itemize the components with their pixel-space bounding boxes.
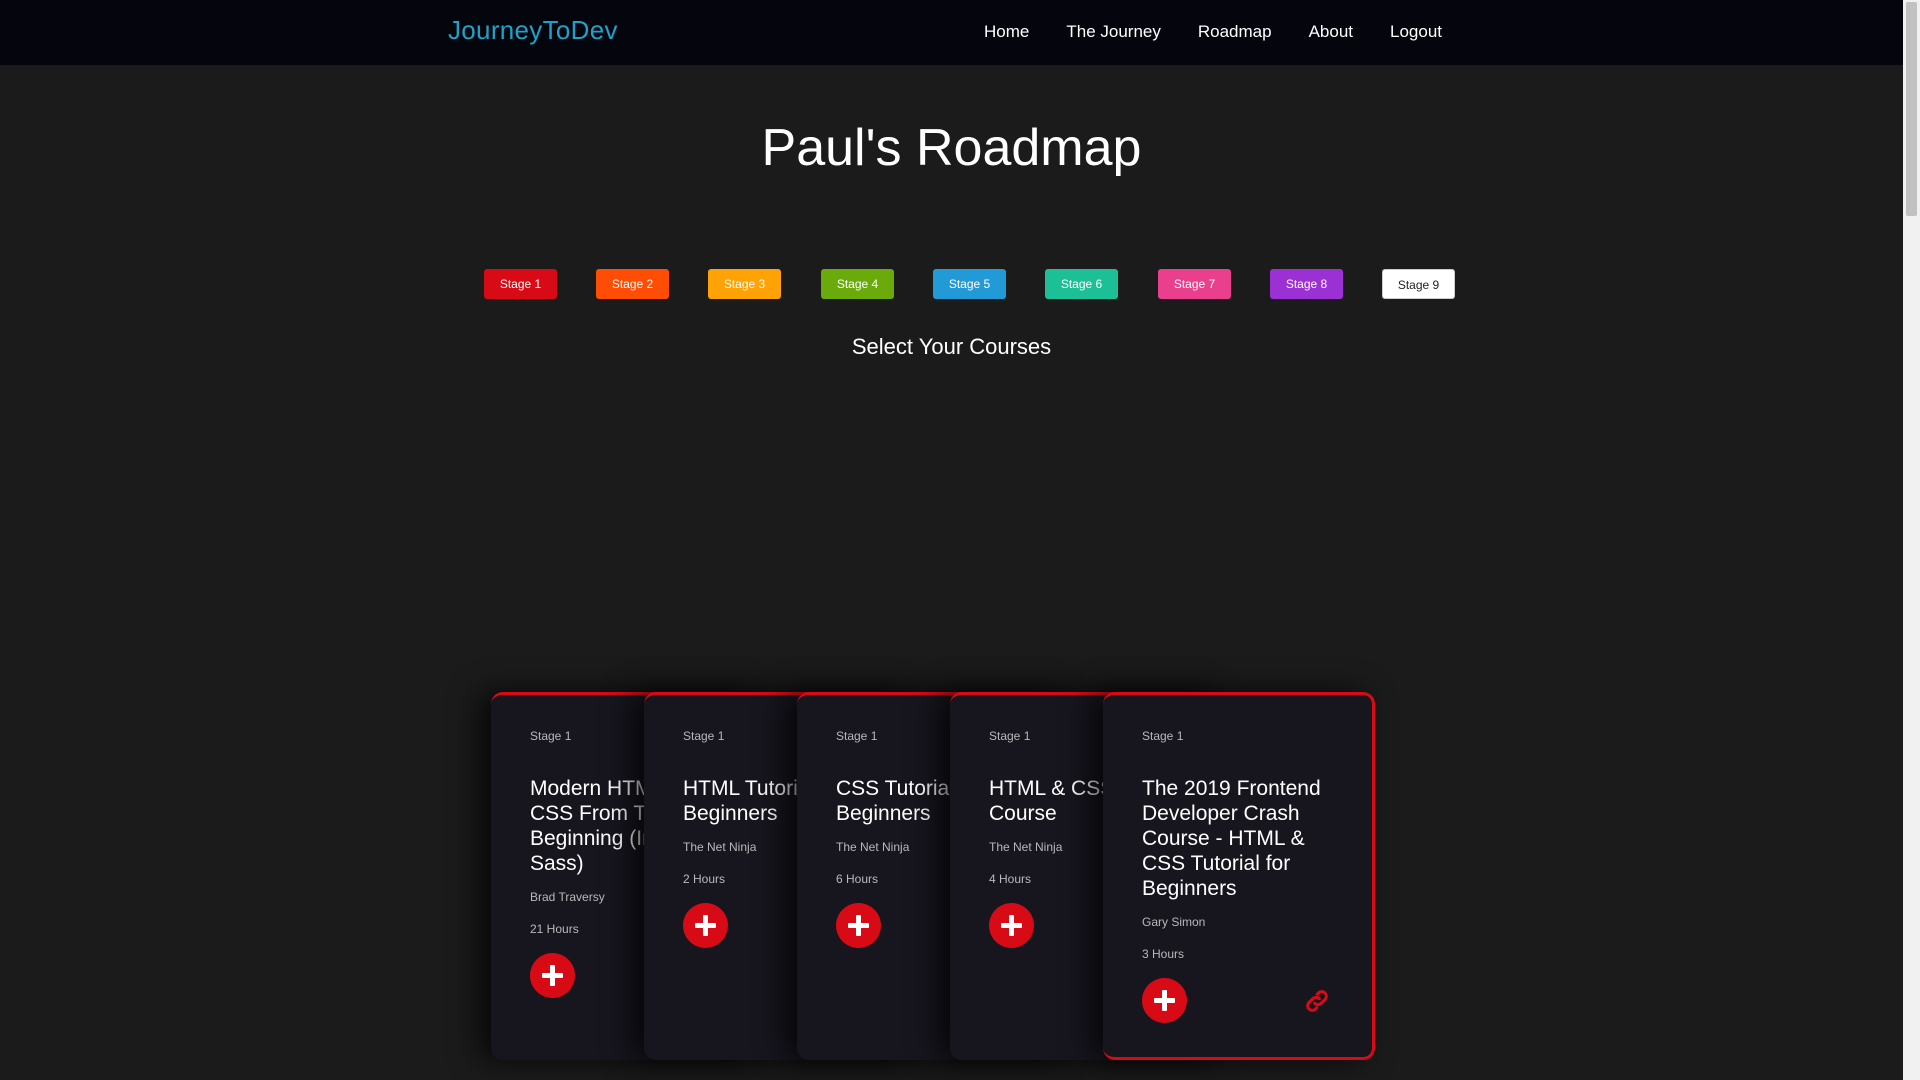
stage-9-button[interactable]: Stage 9 — [1382, 269, 1455, 299]
stage-8-button[interactable]: Stage 8 — [1270, 269, 1343, 299]
course-author: Gary Simon — [1142, 915, 1206, 929]
add-course-button[interactable] — [683, 903, 728, 948]
stage-3-button[interactable]: Stage 3 — [708, 269, 781, 299]
page-title: Paul's Roadmap — [761, 119, 1142, 177]
stage-1-button[interactable]: Stage 1 — [484, 269, 557, 299]
navbar: JourneyToDev Home The Journey Roadmap Ab… — [0, 0, 1903, 65]
add-course-button[interactable] — [1142, 978, 1187, 1023]
stage-4-button[interactable]: Stage 4 — [821, 269, 894, 299]
link-icon[interactable] — [1303, 987, 1331, 1015]
brand-logo[interactable]: JourneyToDev — [448, 15, 618, 46]
nav-links: Home The Journey Roadmap About Logout — [984, 22, 1479, 42]
nav-link-roadmap[interactable]: Roadmap — [1198, 22, 1272, 42]
course-stage-tag: Stage 1 — [836, 729, 878, 743]
stage-6-button[interactable]: Stage 6 — [1045, 269, 1118, 299]
course-duration: 6 Hours — [836, 872, 879, 886]
course-author: The Net Ninja — [836, 840, 910, 854]
course-stage-tag: Stage 1 — [683, 729, 725, 743]
course-author: Brad Traversy — [530, 890, 605, 904]
select-courses-heading: Select Your Courses — [851, 334, 1052, 359]
course-duration: 4 Hours — [989, 872, 1032, 886]
stage-2-button[interactable]: Stage 2 — [596, 269, 669, 299]
scrollbar-thumb[interactable] — [1906, 2, 1917, 216]
course-duration: 2 Hours — [683, 872, 726, 886]
course-stage-tag: Stage 1 — [1142, 729, 1184, 743]
course-duration: 3 Hours — [1142, 947, 1185, 961]
nav-link-home[interactable]: Home — [984, 22, 1029, 42]
course-author: The Net Ninja — [989, 840, 1063, 854]
nav-link-about[interactable]: About — [1309, 22, 1353, 42]
nav-link-logout[interactable]: Logout — [1390, 22, 1442, 42]
add-course-button[interactable] — [836, 903, 881, 948]
add-course-button[interactable] — [530, 953, 575, 998]
course-author: The Net Ninja — [683, 840, 757, 854]
add-course-button[interactable] — [989, 903, 1034, 948]
course-stage-tag: Stage 1 — [530, 729, 572, 743]
nav-link-the-journey[interactable]: The Journey — [1066, 22, 1161, 42]
course-duration: 21 Hours — [530, 922, 579, 936]
stage-7-button[interactable]: Stage 7 — [1158, 269, 1231, 299]
course-stage-tag: Stage 1 — [989, 729, 1031, 743]
course-title: The 2019 Frontend Developer Crash Course… — [1142, 777, 1321, 900]
course-card[interactable]: Stage 1 The 2019 Frontend Developer Cras… — [1103, 692, 1375, 1060]
stage-5-button[interactable]: Stage 5 — [933, 269, 1006, 299]
page-scrollbar[interactable] — [1903, 0, 1920, 1080]
